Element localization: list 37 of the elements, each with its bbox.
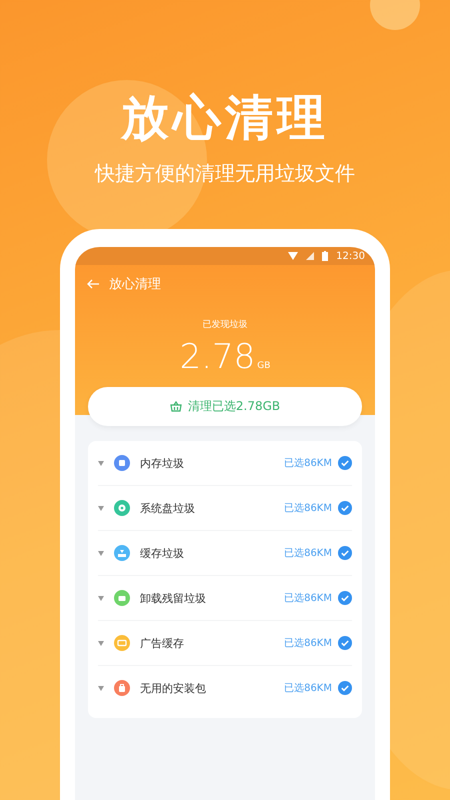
headline: 放心清理 bbox=[121, 89, 329, 148]
battery-icon bbox=[322, 251, 328, 261]
checkbox[interactable] bbox=[338, 456, 352, 470]
back-icon[interactable] bbox=[87, 278, 99, 288]
junk-size: 2.78 bbox=[180, 337, 256, 377]
expand-caret-icon[interactable] bbox=[98, 640, 104, 646]
status-time: 12:30 bbox=[336, 250, 365, 262]
summary-label: 已发现垃圾 bbox=[202, 318, 248, 331]
clean-button[interactable]: 清理已选2.78GB bbox=[88, 387, 362, 426]
checkbox[interactable] bbox=[338, 681, 352, 695]
category-label: 系统盘垃圾 bbox=[140, 500, 196, 516]
selected-size: 已选86KM bbox=[284, 502, 332, 515]
size-unit: GB bbox=[257, 361, 270, 371]
category-label: 广告缓存 bbox=[140, 636, 185, 650]
selected-size: 已选86KM bbox=[284, 682, 332, 695]
checkbox[interactable] bbox=[338, 636, 352, 650]
expand-caret-icon[interactable] bbox=[98, 550, 104, 556]
category-label: 卸载残留垃圾 bbox=[140, 590, 207, 606]
category-label: 无用的安装包 bbox=[140, 680, 207, 696]
selected-size: 已选86KM bbox=[284, 636, 332, 650]
wifi-icon bbox=[288, 252, 298, 260]
basket-icon bbox=[170, 401, 182, 412]
expand-caret-icon[interactable] bbox=[98, 686, 104, 690]
expand-caret-icon[interactable] bbox=[98, 460, 104, 466]
subtitle: 快捷方便的清理无用垃圾文件 bbox=[95, 160, 355, 186]
category-label: 内存垃圾 bbox=[140, 456, 185, 470]
selected-size: 已选86KM bbox=[284, 546, 332, 560]
category-label: 缓存垃圾 bbox=[140, 546, 185, 560]
expand-caret-icon[interactable] bbox=[98, 506, 104, 510]
checkbox[interactable] bbox=[338, 501, 352, 515]
app-bar-title: 放心清理 bbox=[109, 276, 161, 292]
selected-size: 已选86KM bbox=[284, 456, 332, 470]
checkbox[interactable] bbox=[338, 546, 352, 560]
signal-icon bbox=[306, 252, 314, 260]
checkbox[interactable] bbox=[338, 591, 352, 605]
expand-caret-icon[interactable] bbox=[98, 596, 104, 600]
selected-size: 已选86KM bbox=[284, 592, 332, 605]
